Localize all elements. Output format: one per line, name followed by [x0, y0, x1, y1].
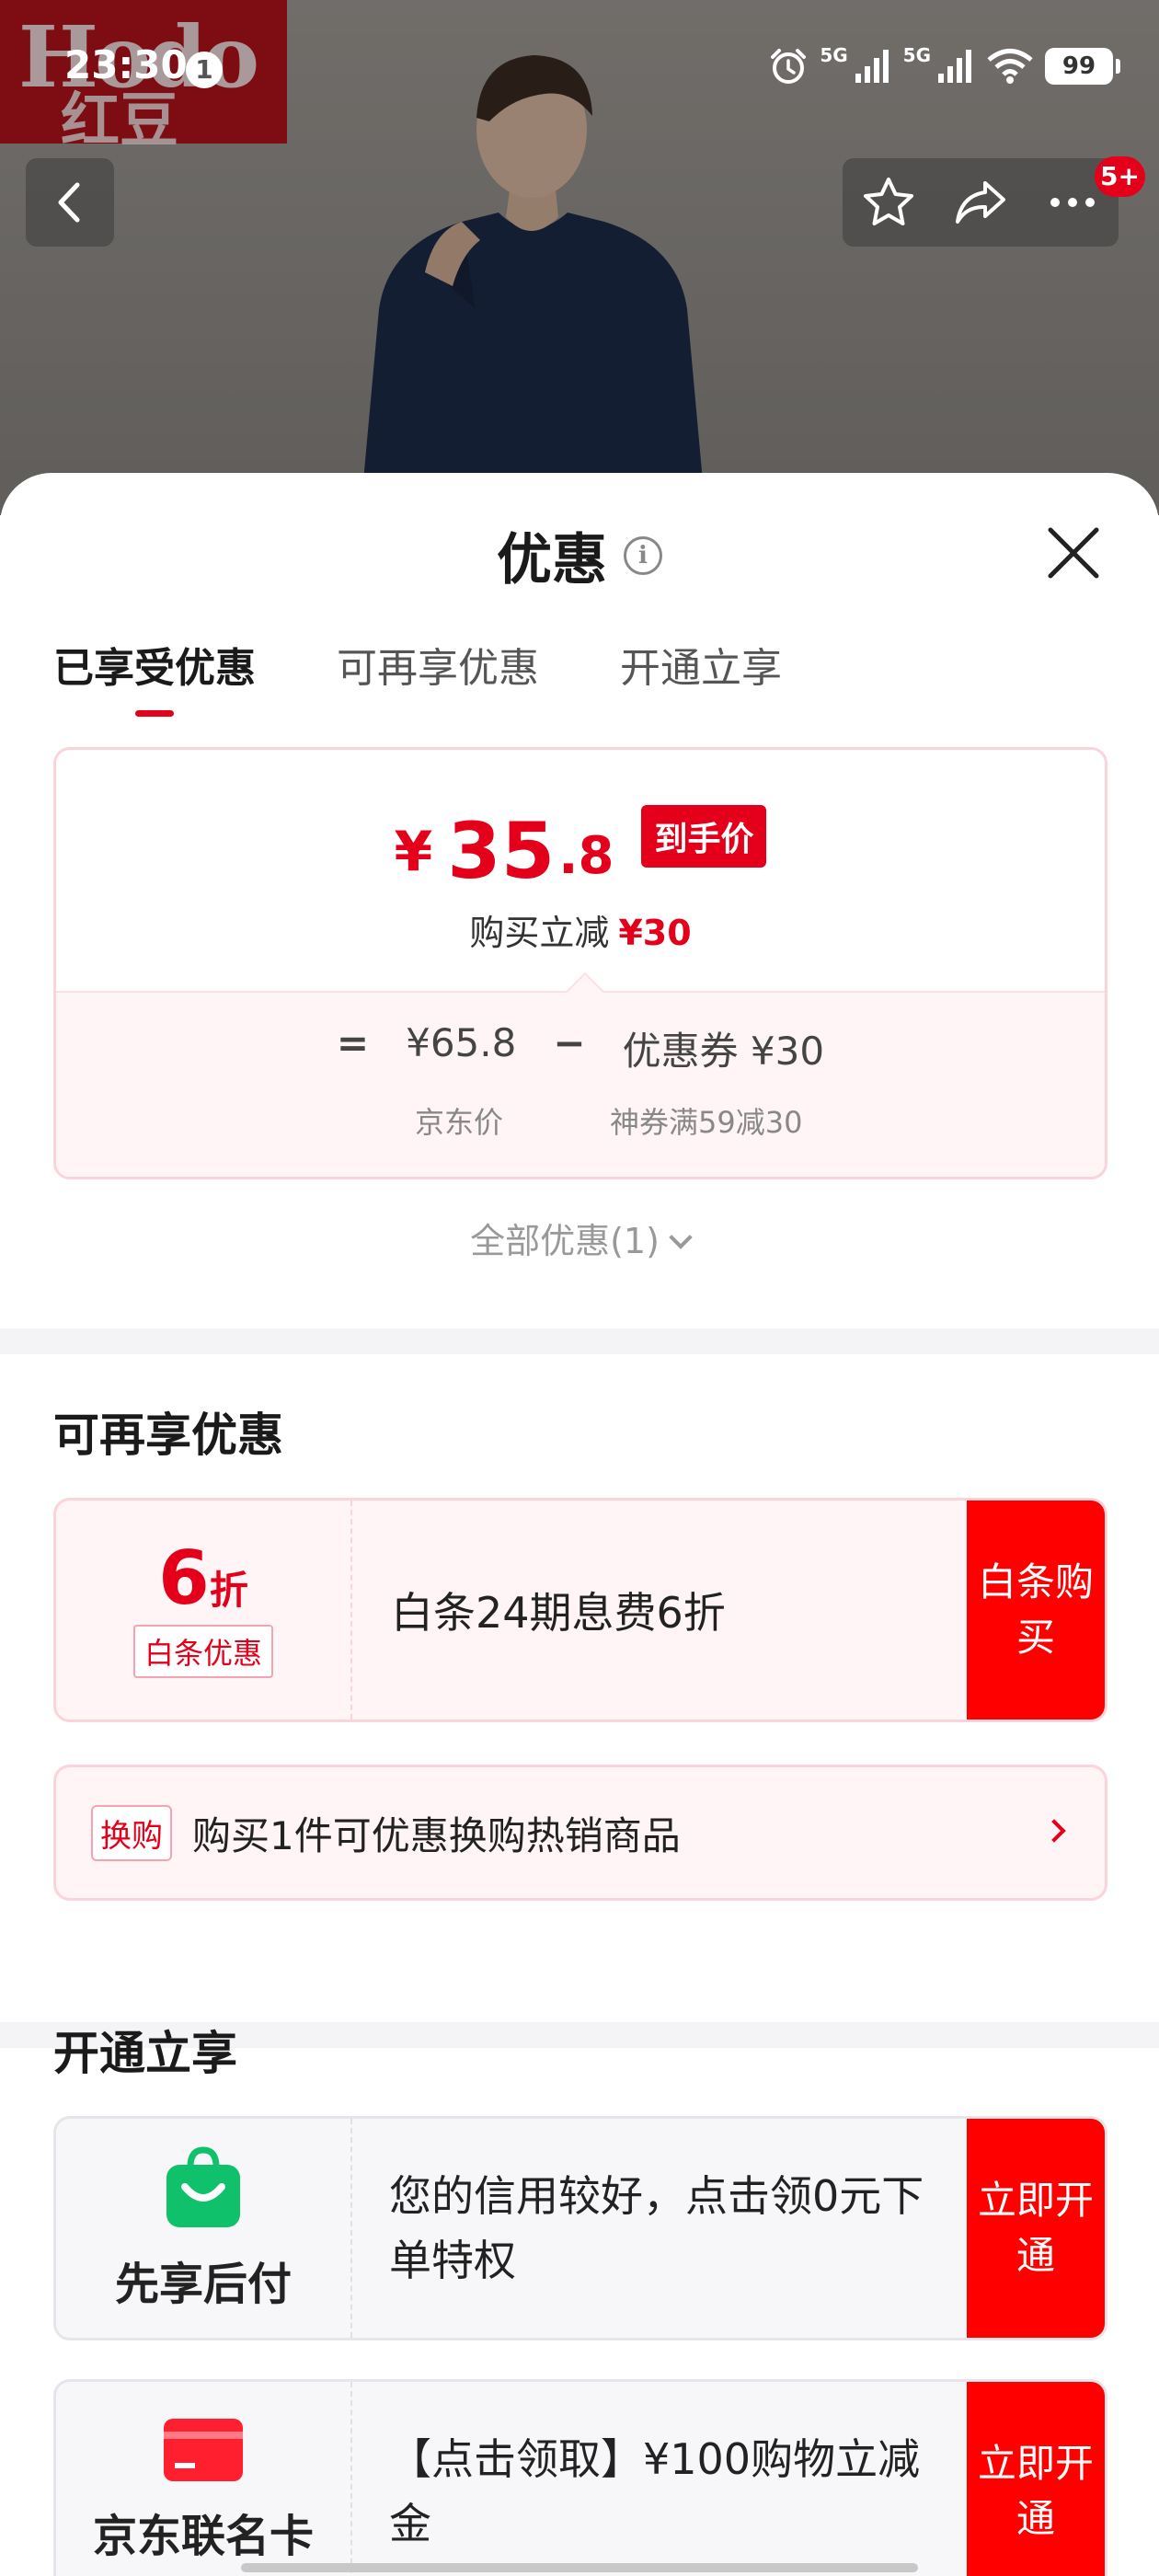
offer-tabs: 已享受优惠 可再享优惠 开通立享: [53, 635, 782, 708]
co-branded-card-name: 京东联名卡: [92, 2511, 314, 2562]
open-enjoy-section-title: 开通立享: [53, 2027, 237, 2080]
all-offers-toggle[interactable]: 全部优惠(1): [0, 1213, 1159, 1263]
price-decimal: .8: [558, 826, 614, 886]
price-currency: ¥: [394, 820, 433, 884]
section-divider: [0, 1328, 1159, 1354]
baitiao-discount: 6折 白条优惠: [56, 1501, 352, 1719]
network-type-2: 5G: [902, 44, 931, 66]
discount-number: 6: [158, 1535, 210, 1621]
reenjoy-section-title: 可再享优惠: [53, 1409, 283, 1462]
back-button[interactable]: [26, 158, 114, 247]
discount-unit: 折: [209, 1568, 248, 1613]
co-branded-card: 京东联名卡 【点击领取】¥100购物立减金 立即开通: [53, 2379, 1107, 2576]
jd-price: ¥65.8: [406, 1020, 517, 1065]
chevron-left-icon: [58, 182, 80, 223]
co-branded-card-open-button[interactable]: 立即开通: [967, 2382, 1105, 2576]
swap-text: 购买1件可优惠换购热销商品: [192, 1812, 681, 1858]
baitiao-description: 白条24期息费6折: [391, 1588, 726, 1638]
reduce-label: 购买立减: [469, 913, 610, 953]
info-icon[interactable]: i: [624, 535, 662, 575]
tab-reenjoy[interactable]: 可再享优惠: [337, 635, 539, 708]
swap-tag: 换购: [91, 1804, 172, 1861]
favorite-star-icon[interactable]: [860, 174, 917, 231]
final-price: ¥ 35 .8 到手价: [56, 805, 1105, 890]
pay-later-name: 先享后付: [114, 2259, 292, 2310]
offers-sheet: 优惠 i 已享受优惠 可再享优惠 开通立享 ¥ 35 .8 到手价 购买立减 ¥3…: [0, 473, 1159, 2576]
price-formula: = ¥65.8 − 优惠券 ¥30: [56, 1020, 1105, 1076]
pay-later-brand: 先享后付: [56, 2119, 352, 2338]
pay-later-open-button[interactable]: 立即开通: [967, 2119, 1105, 2338]
swap-offer-card[interactable]: 换购 购买1件可优惠换购热销商品: [53, 1765, 1107, 1901]
status-icons: 5G 5G 99: [768, 42, 1120, 90]
close-icon[interactable]: [1045, 524, 1102, 581]
chevron-right-icon: [1042, 1819, 1066, 1843]
pay-later-card: 先享后付 您的信用较好，点击领0元下单特权 立即开通: [53, 2116, 1107, 2340]
notification-count-icon: 1: [186, 52, 223, 88]
minus-sign: −: [553, 1020, 586, 1065]
share-icon[interactable]: [952, 174, 1009, 231]
message-badge: 5+: [1095, 156, 1145, 197]
battery-icon: 99: [1045, 48, 1120, 85]
baitiao-offer-card: 6折 白条优惠 白条24期息费6折 白条购买: [53, 1498, 1107, 1722]
final-price-tag: 到手价: [641, 805, 767, 868]
final-price-card: ¥ 35 .8 到手价 购买立减 ¥30 = ¥65.8 − 优惠券 ¥30 京东…: [53, 747, 1107, 1179]
sheet-header: 优惠 i: [0, 515, 1159, 595]
jd-price-label: 京东价: [415, 1105, 504, 1140]
equals-sign: =: [336, 1020, 370, 1065]
pay-later-description: 您的信用较好，点击领0元下单特权: [389, 2171, 924, 2285]
baitiao-buy-button[interactable]: 白条购买: [967, 1501, 1105, 1719]
credit-card-icon: [164, 2419, 243, 2481]
home-indicator[interactable]: [241, 2563, 918, 2572]
price-integer: 35: [447, 806, 556, 896]
co-branded-card-description: 【点击领取】¥100购物立减金: [389, 2434, 921, 2548]
status-bar: 23:30 1 5G 5G 99: [0, 0, 1159, 138]
coupon-label: 神券满59减30: [610, 1105, 803, 1140]
network-type-1: 5G: [820, 44, 848, 66]
all-offers-label: 全部优惠(1): [470, 1221, 660, 1261]
product-hero: Hodo 红豆 23:30 1 5G 5G 99 5+: [0, 0, 1159, 515]
tab-enjoyed[interactable]: 已享受优惠: [53, 635, 256, 708]
reduce-amount: ¥30: [618, 913, 692, 953]
shopping-bag-icon: [166, 2146, 240, 2227]
wifi-icon: [987, 49, 1033, 84]
status-time: 23:30: [64, 42, 188, 87]
price-summary: ¥ 35 .8 到手价 购买立减 ¥30: [56, 750, 1105, 991]
sheet-title: 优惠: [497, 528, 607, 592]
purchase-reduction: 购买立减 ¥30: [56, 904, 1105, 955]
tab-open-enjoy[interactable]: 开通立享: [620, 635, 782, 708]
signal-icon: [855, 50, 889, 83]
signal-icon-2: [938, 50, 971, 83]
alarm-icon: [771, 49, 807, 84]
coupon-amount: 优惠券 ¥30: [622, 1029, 825, 1074]
more-icon[interactable]: [1044, 174, 1101, 231]
price-breakdown: = ¥65.8 − 优惠券 ¥30 京东价 神券满59减30: [56, 991, 1105, 1177]
top-action-bar: [843, 158, 1119, 247]
discount-value: 6折: [158, 1542, 248, 1616]
chevron-down-icon: [669, 1225, 693, 1249]
baitiao-tag: 白条优惠: [132, 1625, 273, 1678]
co-branded-card-brand: 京东联名卡: [56, 2382, 352, 2576]
